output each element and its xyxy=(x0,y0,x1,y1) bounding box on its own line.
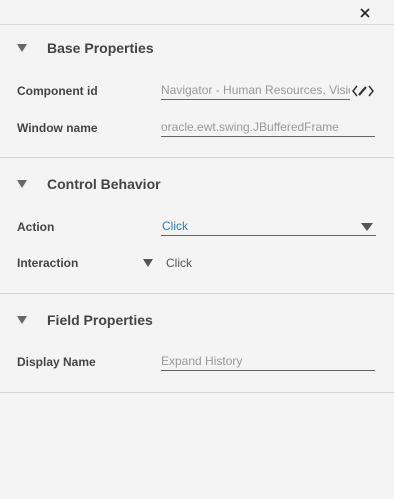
caret-down-icon[interactable] xyxy=(143,259,153,267)
action-select[interactable]: Click xyxy=(161,217,376,236)
caret-down-icon[interactable] xyxy=(17,180,27,188)
section-title: Control Behavior xyxy=(47,176,161,192)
interaction-label: Interaction xyxy=(17,256,79,270)
section-title: Field Properties xyxy=(47,312,153,328)
field-properties-header[interactable]: Field Properties xyxy=(17,311,153,329)
section-divider xyxy=(0,293,394,294)
window-name-label: Window name xyxy=(17,121,98,135)
section-divider xyxy=(0,157,394,158)
display-name-field[interactable]: Expand History xyxy=(161,352,375,371)
base-properties-header[interactable]: Base Properties xyxy=(17,39,154,57)
close-button[interactable] xyxy=(355,3,375,23)
caret-down-icon[interactable] xyxy=(17,316,27,324)
panel-toolbar xyxy=(0,0,394,25)
section-divider xyxy=(0,392,394,393)
caret-down-icon[interactable] xyxy=(17,44,27,52)
control-behavior-header[interactable]: Control Behavior xyxy=(17,175,161,193)
action-label: Action xyxy=(17,220,55,234)
component-id-field[interactable]: Navigator - Human Resources, Visio xyxy=(161,81,350,100)
display-name-label: Display Name xyxy=(17,355,96,369)
component-id-label: Component id xyxy=(17,84,98,98)
section-title: Base Properties xyxy=(47,40,154,56)
code-edit-icon[interactable] xyxy=(352,84,374,98)
dropdown-arrow-icon[interactable] xyxy=(361,223,373,231)
window-name-field[interactable]: oracle.ewt.swing.JBufferedFrame xyxy=(161,118,375,137)
interaction-value[interactable]: Click xyxy=(166,256,192,270)
close-icon xyxy=(360,8,370,18)
